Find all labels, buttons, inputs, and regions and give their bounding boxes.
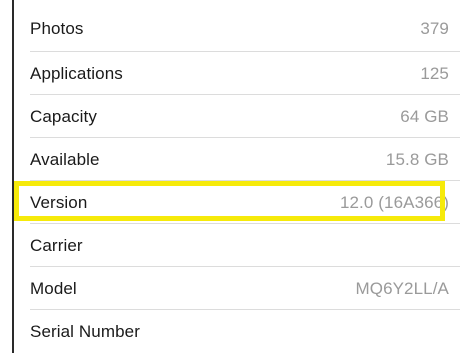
row-value: 125 (420, 63, 449, 83)
row-photos: Photos 379 (14, 0, 460, 52)
row-label: Model (30, 278, 77, 298)
row-value: MQ6Y2LL/A (355, 278, 449, 298)
row-value: 15.8 GB (385, 149, 449, 169)
row-serial-number: Serial Number (14, 310, 460, 353)
row-label: Photos (30, 19, 84, 38)
row-applications: Applications 125 (14, 52, 460, 95)
row-label: Carrier (30, 235, 83, 255)
row-value: 379 (420, 19, 449, 38)
row-capacity: Capacity 64 GB (14, 95, 460, 138)
row-label: Serial Number (30, 321, 140, 341)
row-available: Available 15.8 GB (14, 138, 460, 181)
row-version: Version 12.0 (16A366) (14, 181, 460, 224)
row-carrier: Carrier (14, 224, 460, 267)
row-value: 64 GB (400, 106, 449, 126)
row-value: 12.0 (16A366) (339, 192, 449, 212)
row-label: Version (30, 192, 88, 212)
about-info-list: Photos 379 Applications 125 Capacity 64 … (14, 0, 460, 353)
row-label: Capacity (30, 106, 97, 126)
row-label: Available (30, 149, 100, 169)
row-model: Model MQ6Y2LL/A (14, 267, 460, 310)
row-label: Applications (30, 63, 123, 83)
